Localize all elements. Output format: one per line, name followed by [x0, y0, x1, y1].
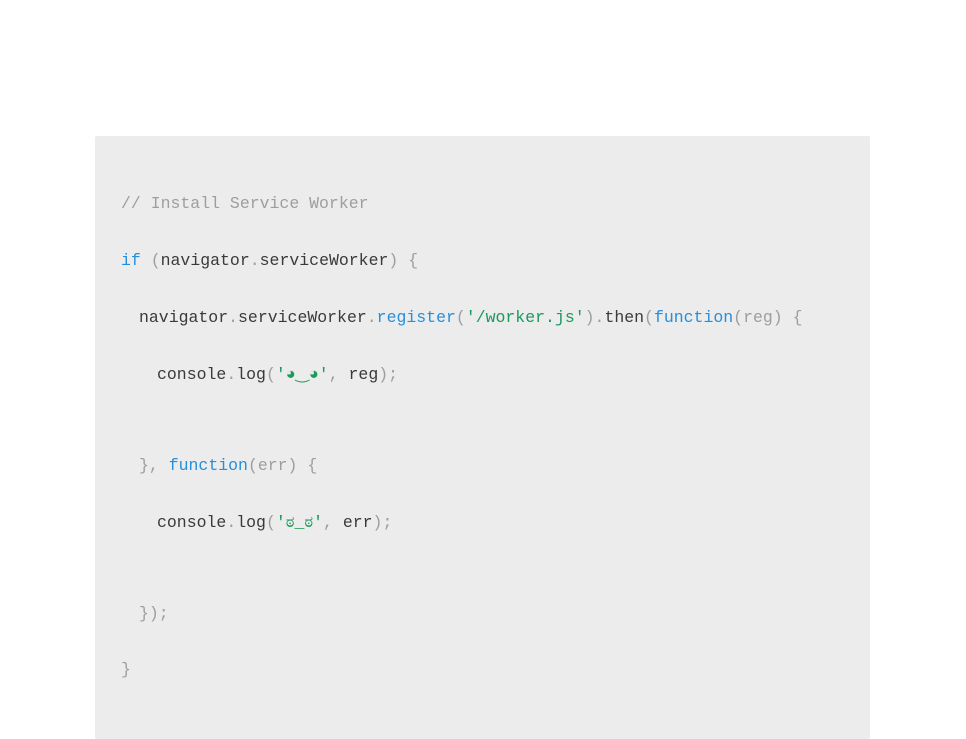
punct-dot: . — [226, 365, 236, 384]
code-line-6: console.log('ಠ_ಠ', err); — [121, 509, 844, 537]
method-register: register — [377, 308, 456, 327]
code-line-3: navigator.serviceWorker.register('/worke… — [121, 304, 844, 332]
method-log: log — [236, 513, 266, 532]
punct-dot: . — [367, 308, 377, 327]
ident-reg: reg — [349, 365, 379, 384]
ident-navigator: navigator — [139, 308, 228, 327]
ident-serviceworker: serviceWorker — [260, 251, 389, 270]
punct-dot: . — [226, 513, 236, 532]
keyword-function: function — [654, 308, 733, 327]
string-emoji-disapproval: 'ಠ_ಠ' — [276, 513, 323, 532]
punct: (reg) { — [733, 308, 802, 327]
ident-console: console — [157, 513, 226, 532]
punct: (err) { — [248, 456, 317, 475]
punct: ) — [585, 308, 595, 327]
ident-navigator: navigator — [161, 251, 250, 270]
code-line-5: }, function(err) { — [121, 452, 844, 480]
code-line-7: }); — [121, 600, 844, 628]
string-emoji-happy: '◕‿◕' — [276, 365, 329, 384]
keyword-if: if — [121, 251, 141, 270]
code-line-2: if (navigator.serviceWorker) { — [121, 247, 844, 275]
punct: ( — [644, 308, 654, 327]
code-line-4: console.log('◕‿◕', reg); — [121, 361, 844, 389]
ident-serviceworker: serviceWorker — [238, 308, 367, 327]
string-path: '/worker.js' — [466, 308, 585, 327]
code-line-comment: // Install Service Worker — [121, 190, 844, 218]
keyword-function: function — [169, 456, 248, 475]
punct: }, — [139, 456, 169, 475]
punct: ( — [456, 308, 466, 327]
ident-console: console — [157, 365, 226, 384]
punct: ( — [266, 365, 276, 384]
punct: , — [329, 365, 349, 384]
method-then: then — [604, 308, 644, 327]
ident-err: err — [343, 513, 373, 532]
punct: }); — [139, 604, 169, 623]
punct: ) { — [388, 251, 418, 270]
punct-dot: . — [595, 308, 605, 327]
punct: , — [323, 513, 343, 532]
punct: ); — [373, 513, 393, 532]
punct: } — [121, 660, 131, 679]
punct: ); — [378, 365, 398, 384]
punct: ( — [141, 251, 161, 270]
punct-dot: . — [228, 308, 238, 327]
punct-dot: . — [250, 251, 260, 270]
method-log: log — [236, 365, 266, 384]
comment-text: // Install Service Worker — [121, 194, 369, 213]
code-block: // Install Service Worker if (navigator.… — [95, 136, 870, 739]
code-line-8: } — [121, 656, 844, 684]
punct: ( — [266, 513, 276, 532]
